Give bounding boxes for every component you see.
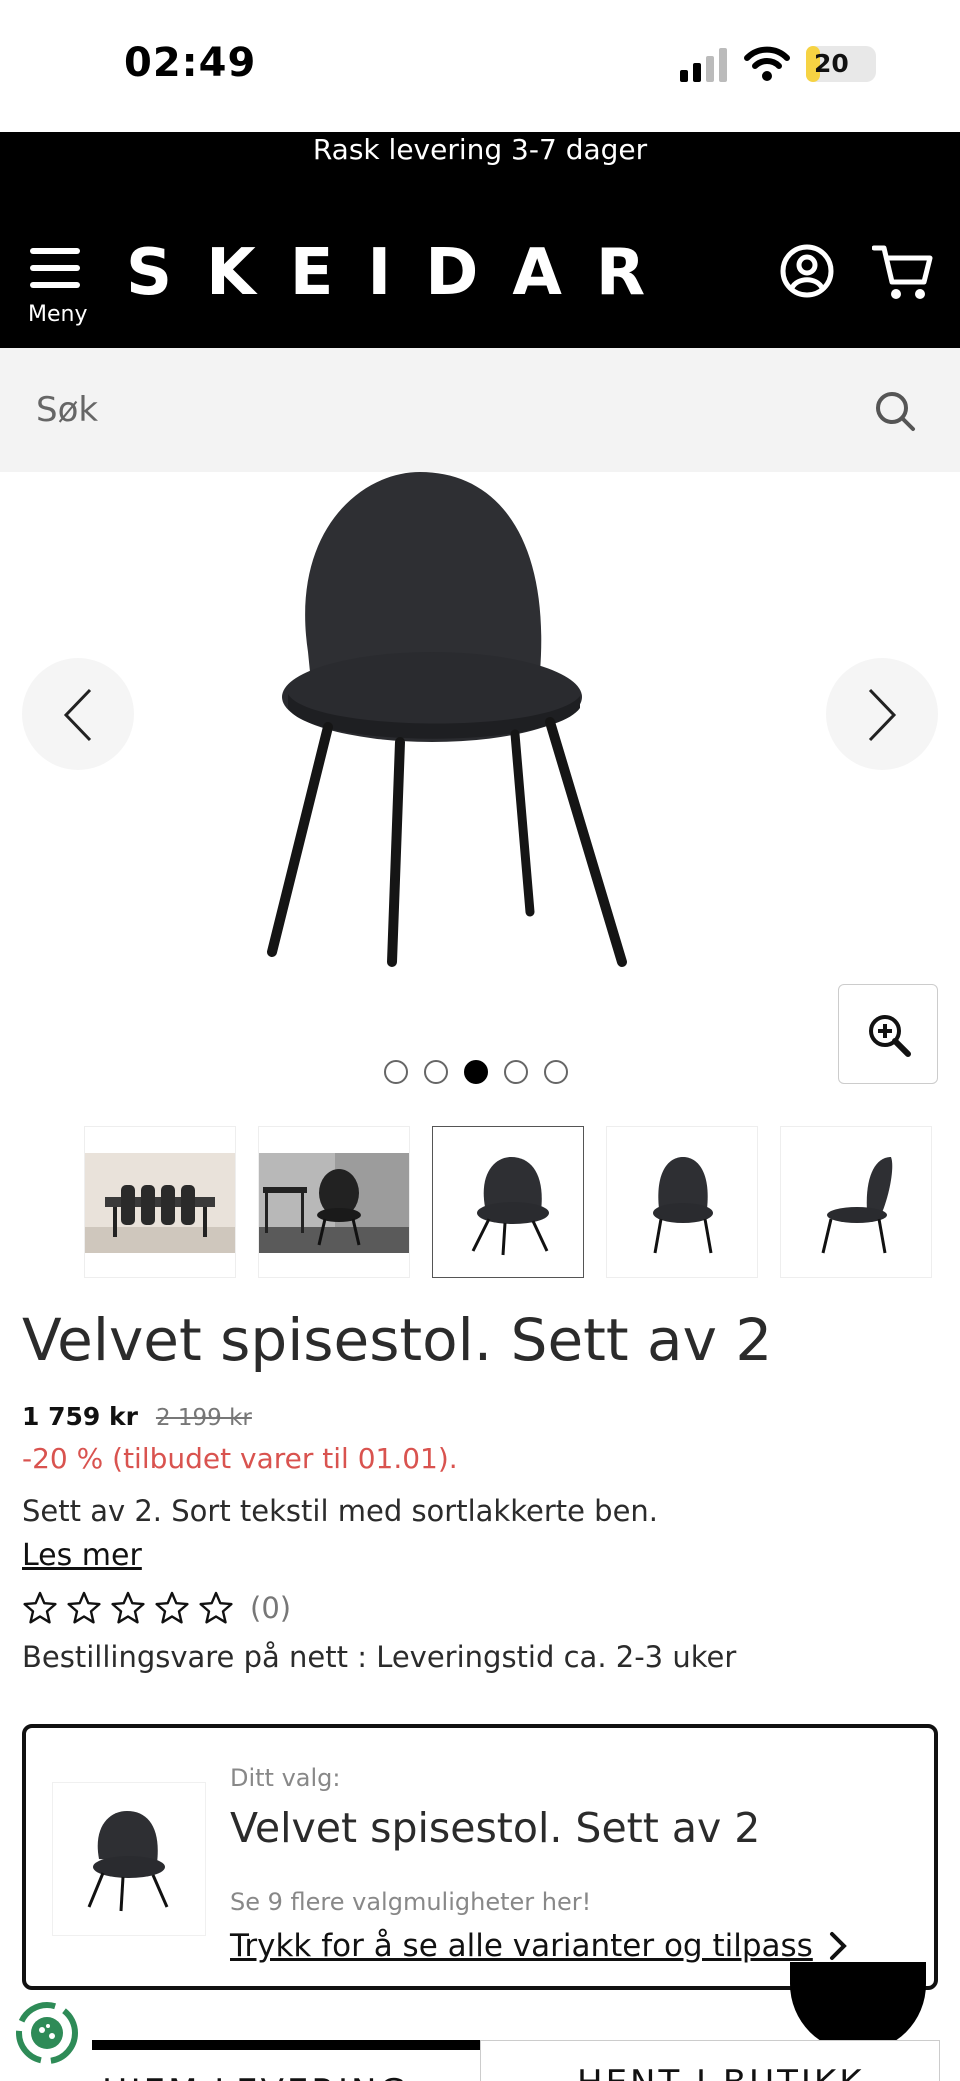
battery-percent: 20 [814,49,849,78]
cart-icon[interactable] [872,242,934,302]
chevron-right-icon[interactable] [826,1928,850,1964]
current-price: 1 759 kr [22,1402,138,1431]
cookie-consent-icon[interactable] [14,2000,80,2066]
tab-pickup[interactable]: HENT I BUTIKK [480,2040,940,2081]
thumbnail-chair-front[interactable] [606,1126,758,1278]
product-description: Sett av 2. Sort tekstil med sortlakkerte… [22,1494,659,1528]
product-title: Velvet spisestol. Sett av 2 [22,1306,773,1374]
search-icon[interactable] [874,390,916,432]
status-time: 02:49 [124,40,257,86]
chevron-left-icon [63,688,92,742]
cellular-signal-icon [680,48,727,82]
rating-stars[interactable]: (0) [22,1590,291,1626]
thumbnail-strip [84,1126,932,1282]
gallery-next-button[interactable] [826,658,938,770]
read-more-link[interactable]: Les mer [22,1538,142,1573]
chair-image [821,1157,893,1254]
chair-image [87,1811,169,1912]
thumbnail-chair-side[interactable] [780,1126,932,1278]
tab-home-delivery[interactable]: HJEM LEVERING [92,2040,480,2081]
chair-image [471,1157,549,1256]
variant-selector[interactable]: Ditt valg: Velvet spisestol. Sett av 2 S… [22,1724,938,1990]
search-bar [0,348,960,472]
thumbnail-room[interactable] [258,1126,410,1278]
gallery-prev-button[interactable] [22,658,134,770]
promo-banner: Rask levering 3-7 dager [0,132,960,222]
search-input[interactable] [36,380,856,440]
zoom-button[interactable] [838,984,938,1084]
gallery-dot[interactable] [384,1060,408,1084]
tab-home-delivery-label: HJEM LEVERING [102,2072,409,2081]
choice-product-name: Velvet spisestol. Sett av 2 [230,1804,761,1852]
thumbnail-chair-angle[interactable] [432,1126,584,1278]
battery-icon: 20 [806,46,876,82]
star-icon[interactable] [198,1590,234,1626]
chair-image [653,1157,713,1254]
star-icon[interactable] [110,1590,146,1626]
site-header: Meny SKEIDAR [0,222,960,348]
more-options-text: Se 9 flere valgmuligheter her! [230,1888,592,1916]
delivery-info: Bestillingsvare på nett : Leveringstid c… [22,1640,737,1674]
variants-link[interactable]: Trykk for å se alle varianter og tilpass [230,1928,813,1964]
gallery-pagination [384,1060,568,1086]
star-icon[interactable] [66,1590,102,1626]
gallery-dot[interactable] [424,1060,448,1084]
choice-label: Ditt valg: [230,1764,341,1792]
promo-text: Rask levering 3-7 dager [312,133,648,166]
product-gallery [0,472,960,1084]
tab-pickup-label: HENT I BUTIKK [577,2063,865,2081]
wifi-icon [744,46,790,81]
chevron-right-icon [868,688,897,742]
status-bar: 02:49 20 [0,0,960,132]
zoom-in-icon [869,1015,911,1057]
account-icon[interactable] [780,244,834,298]
room-image [259,1153,409,1253]
review-count[interactable]: (0) [250,1591,291,1625]
thumbnail-dining-set[interactable] [84,1126,236,1278]
hamburger-icon[interactable] [30,248,80,294]
star-icon[interactable] [154,1590,190,1626]
price-row: 1 759 kr 2 199 kr [22,1402,252,1431]
menu-label[interactable]: Meny [28,302,87,327]
skeidar-logo[interactable]: SKEIDAR [126,236,679,310]
dining-room-image [85,1153,235,1253]
gallery-dot[interactable] [464,1060,488,1084]
original-price: 2 199 kr [155,1405,252,1431]
discount-text: -20 % (tilbudet varer til 01.01). [22,1442,458,1475]
gallery-dot[interactable] [504,1060,528,1084]
variant-thumbnail [52,1782,206,1936]
star-icon[interactable] [22,1590,58,1626]
product-image-chair[interactable] [250,472,670,972]
chat-button[interactable] [790,1962,926,2052]
gallery-dot[interactable] [544,1060,568,1084]
